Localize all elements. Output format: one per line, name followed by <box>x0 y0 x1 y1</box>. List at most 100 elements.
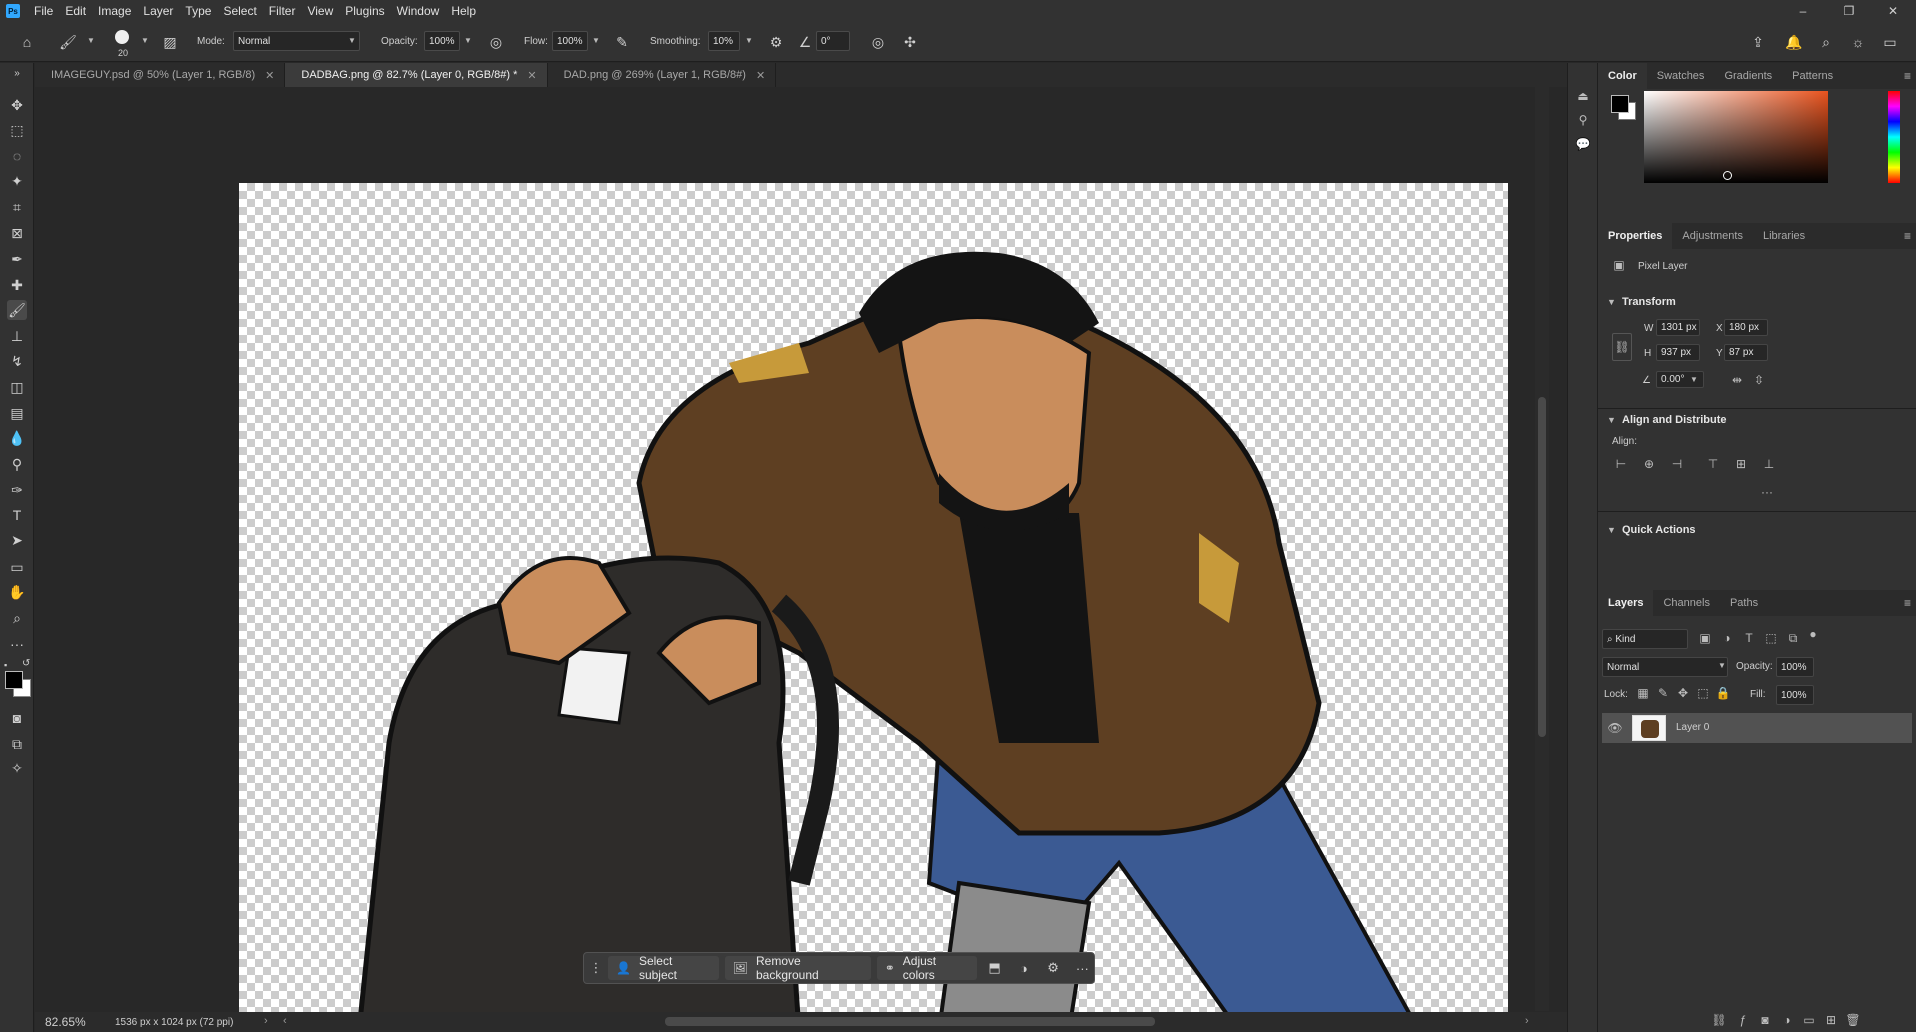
path-selection-tool-icon[interactable]: ➤ <box>7 530 27 550</box>
restore-button[interactable]: ❐ <box>1826 0 1872 22</box>
color-picker-field[interactable] <box>1644 91 1828 183</box>
color-picker-handle[interactable] <box>1723 171 1732 180</box>
adjustment-layer-icon[interactable]: ◑ <box>1778 1011 1796 1029</box>
history-brush-tool-icon[interactable]: ↯ <box>7 351 27 371</box>
foreground-color-chip[interactable] <box>1611 95 1629 113</box>
pressure-size-icon[interactable]: ◎ <box>868 32 888 52</box>
menu-image[interactable]: Image <box>92 4 137 18</box>
link-icon[interactable]: ⛓ <box>1612 333 1632 361</box>
airbrush-icon[interactable]: ✎ <box>612 32 632 52</box>
menu-layer[interactable]: Layer <box>137 4 179 18</box>
filter-type-icon[interactable]: T <box>1740 629 1758 647</box>
filter-pixel-icon[interactable]: ▣ <box>1696 629 1714 647</box>
menu-plugins[interactable]: Plugins <box>339 4 390 18</box>
symmetry-icon[interactable]: ✣ <box>900 32 920 52</box>
move-tool-icon[interactable]: ✥ <box>7 95 27 115</box>
gear-icon[interactable]: ⚙ <box>766 32 786 52</box>
add-mask-icon[interactable]: ◙ <box>1756 1011 1774 1029</box>
layer-name[interactable]: Layer 0 <box>1676 722 1709 733</box>
lock-all-icon[interactable]: 🔒 <box>1714 684 1732 702</box>
healing-brush-tool-icon[interactable]: ✚ <box>7 275 27 295</box>
default-colors-icon[interactable]: ▪ <box>4 660 7 670</box>
history-icon[interactable]: ⏏ <box>1574 87 1592 105</box>
angle-field[interactable]: 0° <box>816 31 850 51</box>
screen-mode-icon[interactable]: ⧉ <box>7 734 27 754</box>
chevron-down-icon[interactable]: ▼ <box>141 36 149 45</box>
menu-edit[interactable]: Edit <box>59 4 92 18</box>
marquee-tool-icon[interactable]: ⬚ <box>7 120 27 140</box>
link-layers-icon[interactable]: ⛓ <box>1710 1011 1728 1029</box>
zoom-tool-icon[interactable]: ⌕ <box>7 608 27 628</box>
flow-field[interactable]: 100% <box>552 31 588 51</box>
lasso-tool-icon[interactable]: ◌ <box>7 146 27 166</box>
tab-color[interactable]: Color <box>1598 63 1647 89</box>
filter-shape-icon[interactable]: ⬚ <box>1762 629 1780 647</box>
scrollbar-thumb[interactable] <box>1538 397 1546 737</box>
layer-row[interactable]: 👁 Layer 0 <box>1602 713 1912 743</box>
generative-fill-icon[interactable]: ⚙ <box>1041 956 1064 980</box>
lock-position-icon[interactable]: ✥ <box>1674 684 1692 702</box>
x-field[interactable]: 180 px <box>1724 319 1768 336</box>
menu-view[interactable]: View <box>301 4 339 18</box>
layer-opacity-field[interactable]: 100% <box>1776 657 1814 677</box>
filter-smart-object-icon[interactable]: ⧉ <box>1784 629 1802 647</box>
smoothing-field[interactable]: 10% <box>708 31 740 51</box>
close-icon[interactable]: ✕ <box>265 69 274 82</box>
more-options-icon[interactable]: ··· <box>1758 483 1776 501</box>
tab-adjustments[interactable]: Adjustments <box>1672 223 1753 249</box>
collapse-toolbar-icon[interactable]: » <box>7 63 27 83</box>
tab-swatches[interactable]: Swatches <box>1647 63 1715 89</box>
flip-horizontal-icon[interactable]: ⇹ <box>1728 371 1746 389</box>
brush-tool-preset-icon[interactable]: 🖌 <box>58 32 78 52</box>
document-canvas[interactable] <box>239 183 1508 1031</box>
comments-icon[interactable]: 💬 <box>1574 135 1592 153</box>
close-window-button[interactable]: ✕ <box>1870 0 1916 22</box>
filter-toggle-icon[interactable]: ● <box>1804 625 1822 643</box>
layer-style-icon[interactable]: ƒ <box>1734 1011 1752 1029</box>
discover-icon[interactable]: ☼ <box>1848 32 1868 52</box>
vertical-scrollbar[interactable] <box>1535 87 1549 1011</box>
chevron-down-icon[interactable]: ▼ <box>592 36 600 45</box>
lock-image-icon[interactable]: ✎ <box>1654 684 1672 702</box>
menu-filter[interactable]: Filter <box>263 4 302 18</box>
tab-paths[interactable]: Paths <box>1720 590 1768 616</box>
tab-libraries[interactable]: Libraries <box>1753 223 1815 249</box>
filter-adjustment-icon[interactable]: ◑ <box>1718 629 1736 647</box>
eyedropper-tool-icon[interactable]: ✒ <box>7 249 27 269</box>
chevron-down-icon[interactable]: ▼ <box>464 36 472 45</box>
transform-icon[interactable]: ⬒ <box>983 956 1006 980</box>
align-middle-vertical-icon[interactable]: ⊞ <box>1732 455 1750 473</box>
home-icon[interactable]: ⌂ <box>17 32 37 52</box>
layer-fill-field[interactable]: 100% <box>1776 685 1814 705</box>
frame-tool-icon[interactable]: ⊠ <box>7 223 27 243</box>
foreground-color-swatch[interactable] <box>5 671 23 689</box>
scroll-right-icon[interactable]: › <box>1525 1015 1529 1027</box>
blend-mode-select[interactable]: Normal <box>1602 657 1728 677</box>
menu-file[interactable]: File <box>28 4 59 18</box>
gradient-tool-icon[interactable]: ▤ <box>7 403 27 423</box>
close-icon[interactable]: ✕ <box>756 69 765 82</box>
height-field[interactable]: 937 px <box>1656 344 1700 361</box>
lock-transparent-icon[interactable]: ▦ <box>1634 684 1652 702</box>
adjustment-icon[interactable]: ◑ <box>1012 956 1035 980</box>
type-tool-icon[interactable]: T <box>7 505 27 525</box>
width-field[interactable]: 1301 px <box>1656 319 1700 336</box>
swap-colors-icon[interactable]: ↺ <box>22 658 30 669</box>
align-right-icon[interactable]: ⊣ <box>1668 455 1686 473</box>
opacity-field[interactable]: 100% <box>424 31 460 51</box>
brush-settings-panel-icon[interactable]: ▨ <box>160 32 180 52</box>
more-tools-icon[interactable]: ··· <box>7 634 27 654</box>
new-group-icon[interactable]: ▭ <box>1800 1011 1818 1029</box>
chevron-down-icon[interactable]: ▼ <box>87 36 95 45</box>
select-subject-button[interactable]: 👤 Select subject <box>608 954 719 982</box>
tab-properties[interactable]: Properties <box>1598 223 1673 249</box>
drag-handle-icon[interactable]: ⋮ <box>590 956 603 980</box>
chevron-down-icon[interactable]: ▼ <box>1718 661 1726 670</box>
menu-select[interactable]: Select <box>217 4 262 18</box>
hue-slider[interactable] <box>1888 91 1900 183</box>
chevron-down-icon[interactable]: ▼ <box>1607 297 1616 307</box>
tab-dad[interactable]: DAD.png @ 269% (Layer 1, RGB/8#) ✕ <box>548 63 777 87</box>
crop-tool-icon[interactable]: ⌗ <box>7 197 27 217</box>
tab-gradients[interactable]: Gradients <box>1714 63 1782 89</box>
align-center-horizontal-icon[interactable]: ⊕ <box>1640 455 1658 473</box>
